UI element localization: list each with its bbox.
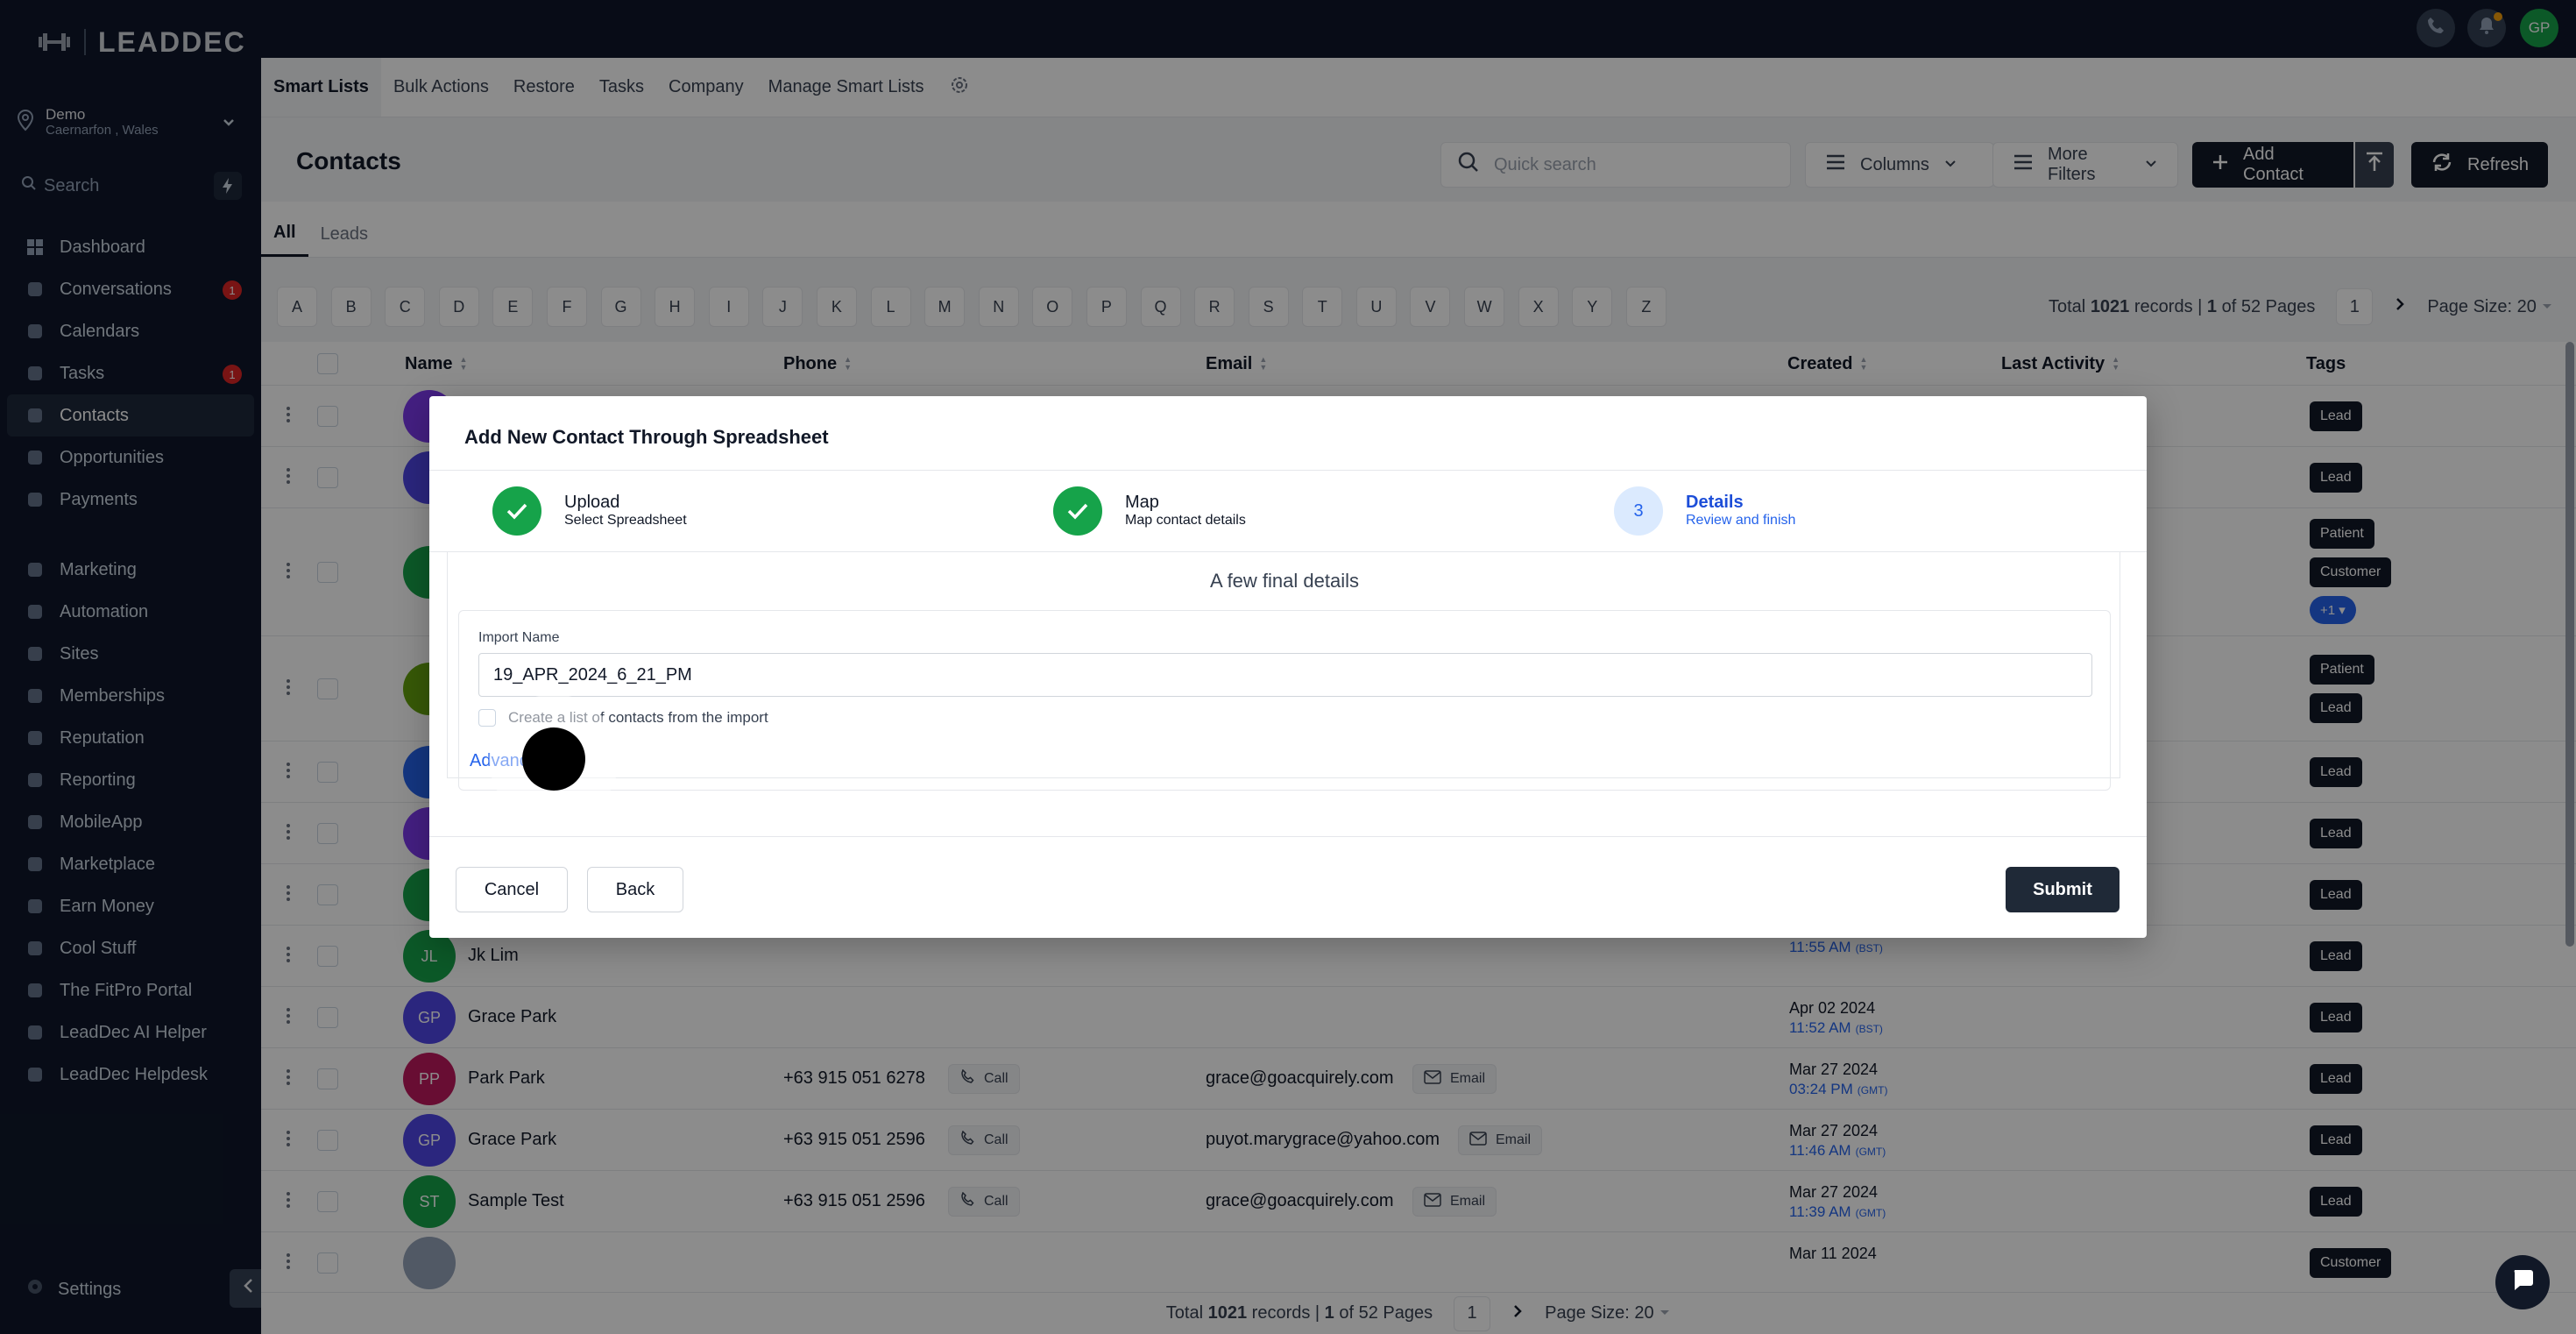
step-map-name: Map bbox=[1125, 493, 1159, 513]
import-name-label: Import Name bbox=[478, 630, 560, 645]
create-list-checkbox[interactable] bbox=[478, 709, 496, 727]
step-upload: Upload Select Spreadsheet bbox=[492, 486, 687, 536]
chat-widget-button[interactable] bbox=[2495, 1255, 2550, 1309]
step-details-name: Details bbox=[1686, 493, 1744, 513]
step-map: Map Map contact details bbox=[1053, 486, 1246, 536]
step-map-desc: Map contact details bbox=[1125, 513, 1246, 529]
import-name-input[interactable]: 19_APR_2024_6_21_PM bbox=[478, 653, 2092, 697]
import-stepper: Upload Select Spreadsheet Map Map contac… bbox=[429, 470, 2147, 552]
import-details-card: Import Name 19_APR_2024_6_21_PM Create a… bbox=[458, 610, 2111, 791]
import-spreadsheet-modal: Add New Contact Through Spreadsheet Uplo… bbox=[429, 396, 2147, 938]
step-upload-desc: Select Spreadsheet bbox=[564, 513, 687, 529]
step-details-desc: Review and finish bbox=[1686, 513, 1796, 529]
modal-title: Add New Contact Through Spreadsheet bbox=[464, 426, 829, 448]
check-icon bbox=[492, 486, 541, 536]
chat-bubble-icon bbox=[2509, 1267, 2536, 1298]
submit-button[interactable]: Submit bbox=[2006, 867, 2120, 912]
modal-footer: Cancel Back Submit bbox=[429, 836, 2147, 938]
step-details: 3 Details Review and finish bbox=[1614, 486, 1795, 536]
check-icon bbox=[1053, 486, 1102, 536]
back-button[interactable]: Back bbox=[587, 867, 683, 912]
click-indicator bbox=[522, 727, 585, 791]
cancel-button[interactable]: Cancel bbox=[456, 867, 568, 912]
step-number: 3 bbox=[1614, 486, 1663, 536]
details-form-area: A few final details Import Name 19_APR_2… bbox=[447, 552, 2120, 791]
step-upload-name: Upload bbox=[564, 493, 620, 513]
final-details-heading: A few final details bbox=[1210, 570, 1359, 592]
